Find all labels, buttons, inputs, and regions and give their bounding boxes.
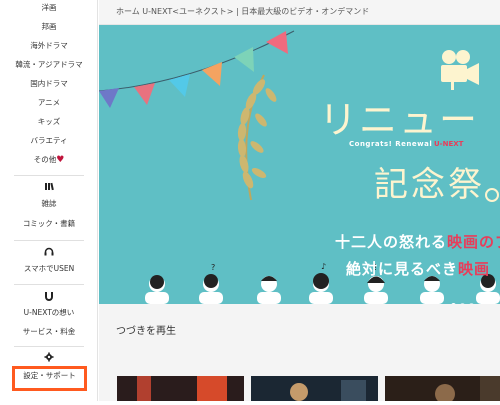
thumbnail-image (251, 376, 378, 401)
sidebar-item-label: 邦画 (41, 22, 57, 31)
film-reel-icon (485, 188, 499, 202)
movie-camera-icon (441, 50, 479, 90)
pennant-flag (169, 74, 190, 97)
sidebar-item-label: バラエティ (30, 136, 68, 145)
hero-banner[interactable]: ? ! ♪ リニュー Congrats! Renewal U-NEXT 記念祭 … (99, 25, 500, 304)
tagline-highlight: 映画 (458, 260, 491, 278)
sidebar-item-label: 雑誌 (41, 199, 57, 208)
svg-text:?: ? (211, 263, 215, 272)
sidebar-item-label: 海外ドラマ (30, 41, 68, 50)
heart-icon: ♥ (56, 155, 65, 165)
sidebar-item-label: キッズ (37, 117, 61, 126)
sidebar-item-japanese-movies[interactable]: 邦画 (0, 21, 98, 33)
sidebar-item-label: アニメ (37, 98, 61, 107)
hero-tagline-2: 絶対に見るべき映画 (346, 258, 490, 279)
svg-text:♪: ♪ (321, 262, 326, 271)
sidebar-item-anime[interactable]: アニメ (0, 97, 98, 109)
sidebar-item-unext-thoughts[interactable]: U-NEXTの想い (0, 307, 98, 319)
sidebar-item-variety[interactable]: バラエティ (0, 135, 98, 147)
sidebar-item-label: サービス・料金 (22, 327, 76, 336)
sidebar-divider (14, 284, 84, 285)
pennant-flag (266, 31, 288, 54)
sidebar-item-label: その他 (33, 155, 57, 164)
sidebar-divider (14, 346, 84, 347)
sidebar-item-label: 洋画 (41, 3, 57, 12)
sidebar-item-other[interactable]: その他♥ (0, 154, 98, 166)
thumbnail-image (117, 376, 244, 401)
breadcrumb: ホーム U-NEXT<ユーネクスト> | 日本最大級のビデオ・オンデマンド (99, 0, 500, 25)
gear-icon (0, 352, 98, 365)
sidebar-item-service-pricing[interactable]: サービス・料金 (0, 326, 98, 338)
carousel-dots (451, 293, 478, 304)
pennant-flag (234, 47, 254, 72)
sidebar-item-label: 設定・サポート (23, 371, 76, 380)
tagline-text: 絶対に見るべき (346, 260, 459, 278)
sidebar-item-label: U-NEXTの想い (23, 308, 75, 317)
pennant-flag (202, 62, 222, 86)
sidebar: 洋画 邦画 海外ドラマ 韓流・アジアドラマ 国内ドラマ アニメ キッズ バラエテ… (0, 0, 98, 401)
sidebar-item-asian-drama[interactable]: 韓流・アジアドラマ (0, 59, 98, 71)
hero-big-text: 記念祭 (374, 165, 485, 205)
sidebar-item-settings-support[interactable]: 設定・サポート (12, 366, 87, 391)
sidebar-item-label: 国内ドラマ (30, 79, 68, 88)
section-title: つづきを再生 (116, 326, 176, 337)
hero-title: リニュー (319, 98, 480, 142)
video-thumbnail[interactable] (117, 376, 244, 401)
continue-watching-section: つづきを再生 (99, 304, 500, 404)
pennant-flag (99, 88, 119, 108)
tagline-highlight: 映画のプ (447, 233, 500, 251)
sidebar-item-magazine[interactable]: 雑誌 (0, 198, 98, 210)
headphones-icon (0, 247, 98, 259)
hero-subtitle-accent: U-NEXT (434, 140, 464, 148)
video-thumbnail[interactable] (251, 376, 378, 401)
sidebar-item-kids[interactable]: キッズ (0, 116, 98, 128)
sidebar-divider (14, 175, 84, 176)
video-thumbnail[interactable] (385, 376, 500, 404)
sidebar-divider (14, 240, 84, 241)
breadcrumb-text[interactable]: ホーム U-NEXT<ユーネクスト> | 日本最大級のビデオ・オンデマンド (116, 6, 369, 17)
thumbnail-image (385, 376, 500, 404)
sidebar-item-smartphone-usen[interactable]: スマホでUSEN (0, 263, 98, 275)
sidebar-item-label: コミック・書籍 (22, 219, 76, 228)
sidebar-item-label: スマホでUSEN (23, 264, 75, 273)
tagline-text: 十二人の怒れる (335, 233, 448, 251)
sidebar-item-western-movies[interactable]: 洋画 (0, 2, 98, 14)
laurel-wreath (237, 74, 277, 201)
sidebar-item-foreign-drama[interactable]: 海外ドラマ (0, 40, 98, 52)
u-next-logo-icon (0, 291, 98, 304)
hero-subtitle: Congrats! Renewal (349, 140, 433, 148)
sidebar-item-domestic-drama[interactable]: 国内ドラマ (0, 78, 98, 90)
book-icon (0, 182, 98, 194)
sidebar-item-comics-books[interactable]: コミック・書籍 (0, 218, 98, 230)
hero-tagline-1: 十二人の怒れる映画のプ (335, 231, 500, 252)
sidebar-item-label: 韓流・アジアドラマ (15, 60, 83, 69)
